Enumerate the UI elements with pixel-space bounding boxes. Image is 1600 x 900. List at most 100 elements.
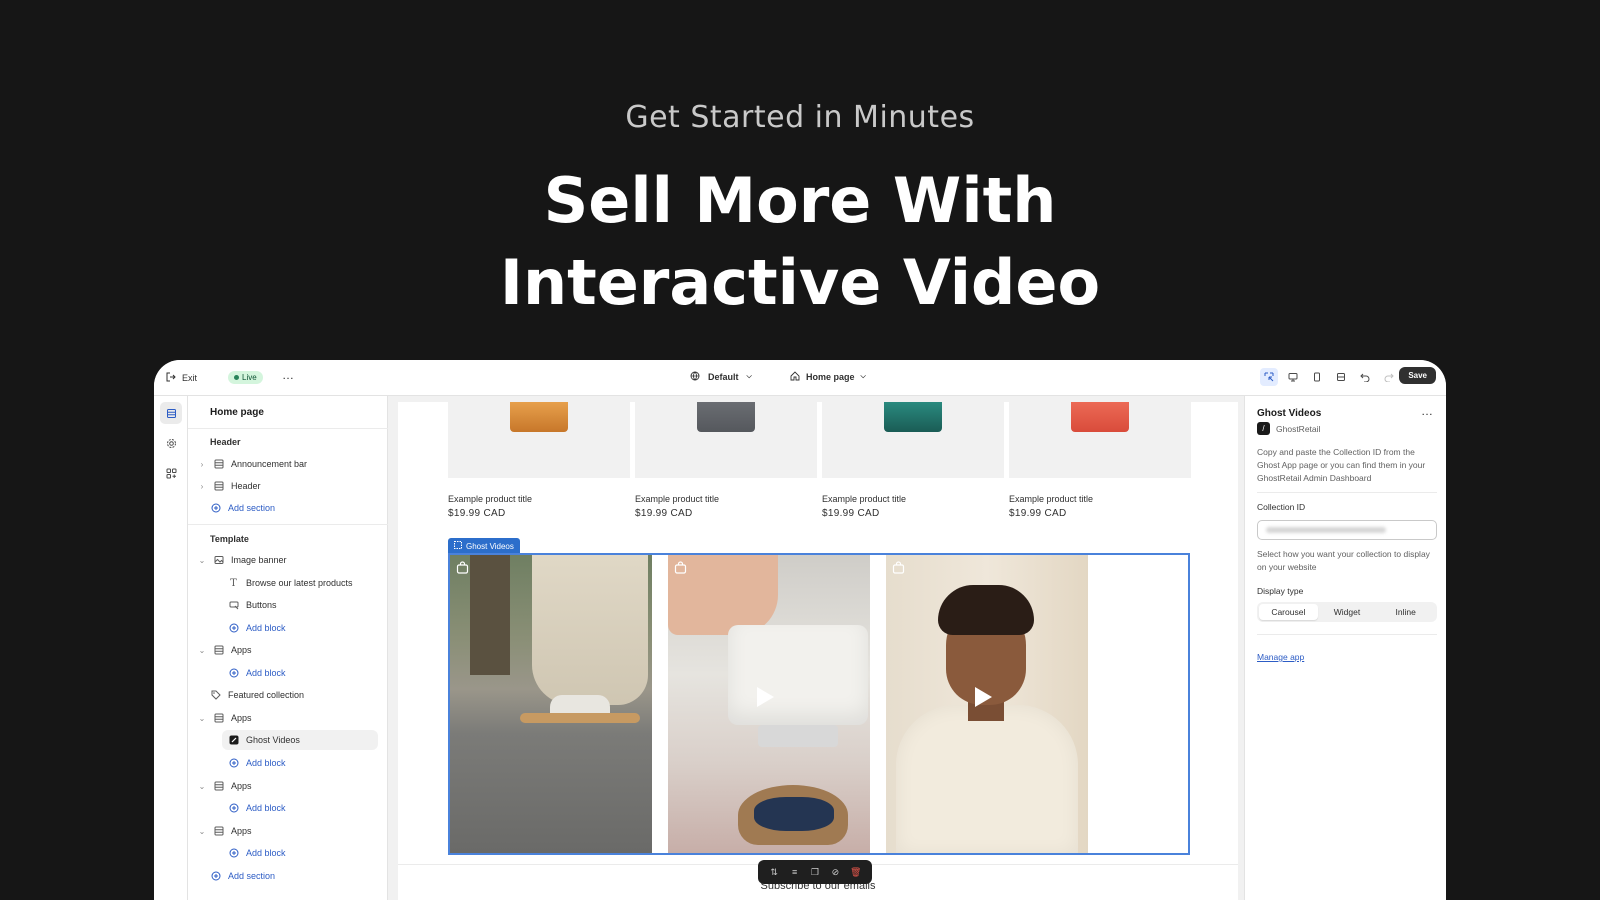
plus-circle-icon bbox=[228, 668, 239, 679]
sidebar-item-apps[interactable]: ⌄ Apps bbox=[198, 640, 252, 660]
product-card[interactable]: Example product title $19.99 CAD bbox=[635, 402, 817, 519]
home-icon bbox=[790, 371, 800, 383]
video-card[interactable] bbox=[450, 555, 652, 853]
block-settings-panel: Ghost Videos … / GhostRetail Copy and pa… bbox=[1244, 396, 1446, 900]
sidebar-item-featured-collection[interactable]: Featured collection bbox=[210, 685, 304, 705]
redo-icon[interactable] bbox=[1380, 368, 1398, 386]
add-block-label: Add block bbox=[246, 668, 286, 678]
sidebar-item-label: Header bbox=[231, 481, 261, 491]
sidebar-item-ghost-videos[interactable]: Ghost Videos bbox=[222, 730, 378, 750]
add-block-label: Add block bbox=[246, 848, 286, 858]
section-icon bbox=[213, 826, 224, 837]
plus-circle-icon bbox=[228, 803, 239, 814]
panel-title: Ghost Videos bbox=[1257, 408, 1322, 419]
video-frame-scenery bbox=[532, 555, 648, 705]
undo-icon[interactable] bbox=[1356, 368, 1374, 386]
sidebar-item-buttons[interactable]: Buttons bbox=[228, 595, 277, 615]
mobile-preview-icon[interactable] bbox=[1308, 368, 1326, 386]
display-option-carousel[interactable]: Carousel bbox=[1259, 604, 1318, 620]
hide-icon[interactable]: ⊘ bbox=[828, 867, 842, 878]
product-card[interactable]: Example product title $19.99 CAD bbox=[1009, 402, 1191, 519]
inspector-icon[interactable] bbox=[1260, 368, 1278, 386]
sidebar-item-label: Apps bbox=[231, 826, 252, 836]
save-button[interactable]: Save bbox=[1399, 367, 1436, 384]
sidebar-item-apps[interactable]: ⌄ Apps bbox=[198, 821, 252, 841]
add-block-button[interactable]: Add block bbox=[228, 618, 286, 638]
display-option-inline[interactable]: Inline bbox=[1376, 604, 1435, 620]
shopping-bag-icon[interactable] bbox=[674, 561, 687, 574]
product-title: Example product title bbox=[822, 494, 907, 504]
sidebar-item-announcement-bar[interactable]: › Announcement bar bbox=[198, 454, 307, 474]
duplicate-icon[interactable]: ❐ bbox=[808, 867, 822, 878]
theme-label: Default bbox=[708, 372, 739, 382]
add-section-button[interactable]: Add section bbox=[210, 498, 275, 518]
product-card[interactable]: Example product title $19.99 CAD bbox=[822, 402, 1004, 519]
sidebar-item-apps[interactable]: ⌄ Apps bbox=[198, 708, 252, 728]
buttons-icon bbox=[228, 600, 239, 611]
play-icon[interactable] bbox=[757, 687, 774, 707]
video-card[interactable] bbox=[668, 555, 870, 853]
chevron-right-icon: › bbox=[200, 459, 204, 469]
display-hint: Select how you want your collection to d… bbox=[1257, 549, 1430, 572]
manage-app-link[interactable]: Manage app bbox=[1257, 652, 1304, 662]
video-frame-scenery bbox=[758, 725, 838, 747]
chevron-right-icon: › bbox=[200, 481, 204, 491]
product-image bbox=[448, 402, 630, 478]
add-block-button[interactable]: Add block bbox=[228, 843, 286, 863]
theme-editor-window: Exit Live … Default ⌵ Home page ⌵ Save H… bbox=[154, 360, 1446, 900]
delete-icon[interactable]: 🗑 bbox=[849, 867, 863, 878]
panel-more-button[interactable]: … bbox=[1421, 404, 1434, 418]
product-title: Example product title bbox=[448, 494, 533, 504]
add-block-button[interactable]: Add block bbox=[228, 753, 286, 773]
product-price: $19.99 CAD bbox=[448, 508, 506, 519]
add-block-button[interactable]: Add block bbox=[228, 798, 286, 818]
display-option-widget[interactable]: Widget bbox=[1318, 604, 1377, 620]
video-card[interactable] bbox=[886, 555, 1088, 853]
exit-button[interactable]: Exit bbox=[166, 372, 197, 384]
sidebar-item-image-banner[interactable]: ⌄ Image banner bbox=[198, 550, 287, 570]
theme-selector[interactable]: Default ⌵ bbox=[690, 371, 752, 383]
more-actions-button[interactable]: … bbox=[282, 368, 295, 382]
header-group-label: Header bbox=[210, 437, 241, 447]
chevron-down-icon: ⌄ bbox=[198, 781, 206, 791]
page-selector[interactable]: Home page ⌵ bbox=[790, 371, 866, 383]
product-image bbox=[635, 402, 817, 478]
template-group-label: Template bbox=[210, 534, 249, 544]
video-frame-scenery bbox=[520, 713, 640, 723]
add-block-button[interactable]: Add block bbox=[228, 663, 286, 683]
add-block-label: Add block bbox=[246, 623, 286, 633]
play-icon[interactable] bbox=[975, 687, 992, 707]
sidebar-item-header[interactable]: › Header bbox=[198, 476, 261, 496]
product-price: $19.99 CAD bbox=[1009, 508, 1067, 519]
gear-icon[interactable] bbox=[160, 432, 182, 454]
move-up-icon[interactable]: ⇅ bbox=[767, 867, 781, 878]
sections-sidebar: Home page Header › Announcement bar › He… bbox=[188, 396, 388, 900]
section-icon bbox=[213, 645, 224, 656]
add-block-label: Add block bbox=[246, 803, 286, 813]
add-section-button[interactable]: Add section bbox=[210, 866, 275, 886]
chevron-down-icon: ⌄ bbox=[198, 555, 206, 565]
chevron-down-icon: ⌄ bbox=[198, 713, 206, 723]
move-down-icon[interactable]: ≡ bbox=[788, 867, 802, 877]
shopping-bag-icon[interactable] bbox=[892, 561, 905, 574]
tag-icon bbox=[210, 690, 221, 701]
desktop-preview-icon[interactable] bbox=[1284, 368, 1302, 386]
chevron-down-icon: ⌄ bbox=[198, 826, 206, 836]
product-card[interactable]: Example product title $19.99 CAD bbox=[448, 402, 630, 519]
product-image bbox=[822, 402, 1004, 478]
ghost-videos-section[interactable] bbox=[448, 553, 1190, 855]
sidebar-item-banner-text[interactable]: T Browse our latest products bbox=[228, 573, 352, 593]
hero-title-line-2: Interactive Video bbox=[499, 246, 1101, 319]
shopping-bag-icon[interactable] bbox=[456, 561, 469, 574]
section-icon bbox=[213, 481, 224, 492]
sidebar-item-label: Apps bbox=[231, 713, 252, 723]
collection-id-field[interactable] bbox=[1257, 520, 1437, 540]
product-title: Example product title bbox=[1009, 494, 1094, 504]
sections-icon[interactable] bbox=[160, 402, 182, 424]
left-rail bbox=[154, 396, 188, 900]
fullscreen-icon[interactable] bbox=[1332, 368, 1350, 386]
sidebar-item-apps[interactable]: ⌄ Apps bbox=[198, 776, 252, 796]
app-attribution: / GhostRetail bbox=[1257, 422, 1320, 435]
app-embeds-icon[interactable] bbox=[160, 462, 182, 484]
section-tag-ghost-videos[interactable]: Ghost Videos bbox=[448, 538, 520, 554]
